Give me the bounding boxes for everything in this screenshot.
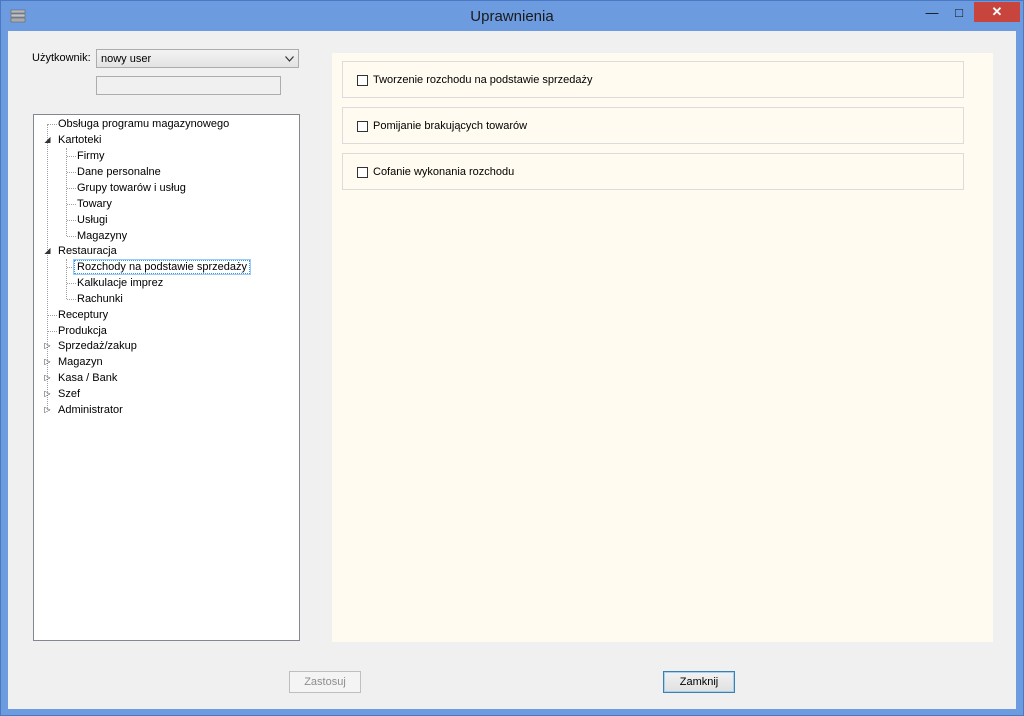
tree-line [66, 148, 67, 236]
tree-node-rozchody[interactable]: Rozchody na podstawie sprzedaży [73, 259, 251, 275]
tree-node-dane-personalne[interactable]: Dane personalne [75, 164, 163, 180]
tree-node-label: Produkcja [58, 325, 107, 337]
tree-node-magazyny[interactable]: Magazyny [75, 228, 129, 244]
close-icon: ✕ [991, 4, 1003, 19]
permission-row: Pomijanie brakujących towarów [342, 107, 964, 144]
user-detail-field[interactable] [96, 76, 281, 95]
permission-tree[interactable]: ◢ ◢ ▷ ▷ ▷ ▷ ▷ Obsługa programu magazynow… [33, 114, 300, 641]
close-window-button[interactable]: ✕ [974, 2, 1020, 22]
dialog-body: Użytkownik: nowy user ◢ ◢ ▷ ▷ ▷ ▷ ▷ Obsł… [8, 31, 1016, 709]
tree-node-szef[interactable]: Szef [56, 386, 82, 402]
tree-node-label: Magazyny [77, 230, 128, 242]
window: Uprawnienia — □ ✕ Użytkownik: nowy user [0, 0, 1024, 716]
tree-node-towary[interactable]: Towary [75, 196, 114, 212]
maximize-icon: □ [955, 4, 963, 20]
tree-node-label: Magazyn [58, 356, 103, 368]
expanded-icon[interactable]: ◢ [43, 132, 52, 148]
collapsed-icon[interactable]: ▷ [43, 338, 52, 354]
apply-button[interactable]: Zastosuj [289, 671, 361, 693]
tree-node-obsluga[interactable]: Obsługa programu magazynowego [56, 116, 231, 132]
permission-label[interactable]: Cofanie wykonania rozchodu [373, 166, 514, 178]
tree-node-label: Kartoteki [58, 134, 102, 146]
minimize-icon: — [925, 4, 939, 20]
collapsed-icon[interactable]: ▷ [43, 370, 52, 386]
tree-node-label: Kalkulacje imprez [77, 277, 164, 289]
tree-node-kasa-bank[interactable]: Kasa / Bank [56, 370, 119, 386]
user-select-value: nowy user [101, 53, 152, 65]
tree-node-label: Sprzedaż/zakup [58, 340, 137, 352]
permissions-panel: Tworzenie rozchodu na podstawie sprzedaż… [332, 53, 993, 642]
tree-node-label: Rachunki [77, 293, 123, 305]
close-button[interactable]: Zamknij [663, 671, 735, 693]
title-bar[interactable]: Uprawnienia — □ ✕ [1, 1, 1023, 31]
tree-node-kalkulacje[interactable]: Kalkulacje imprez [75, 275, 165, 291]
user-label: Użytkownik: [32, 52, 91, 64]
collapsed-icon[interactable]: ▷ [43, 386, 52, 402]
tree-node-label: Restauracja [58, 245, 117, 257]
permission-checkbox[interactable] [357, 167, 368, 178]
chevron-down-icon[interactable] [283, 51, 296, 66]
permission-label[interactable]: Tworzenie rozchodu na podstawie sprzedaż… [373, 74, 593, 86]
tree-node-administrator[interactable]: Administrator [56, 402, 125, 418]
tree-node-label: Usługi [77, 214, 108, 226]
tree-node-magazyn[interactable]: Magazyn [56, 354, 105, 370]
tree-node-rachunki[interactable]: Rachunki [75, 291, 125, 307]
tree-node-receptury[interactable]: Receptury [56, 307, 110, 323]
collapsed-icon[interactable]: ▷ [43, 354, 52, 370]
permission-checkbox[interactable] [357, 121, 368, 132]
tree-node-label: Obsługa programu magazynowego [58, 118, 230, 130]
permission-checkbox[interactable] [357, 75, 368, 86]
tree-node-label: Szef [58, 388, 81, 400]
tree-node-produkcja[interactable]: Produkcja [56, 323, 109, 339]
tree-line [66, 259, 67, 299]
expanded-icon[interactable]: ◢ [43, 243, 52, 259]
tree-node-label: Dane personalne [77, 166, 161, 178]
tree-node-label: Grupy towarów i usług [77, 182, 186, 194]
maximize-button[interactable]: □ [946, 2, 972, 22]
collapsed-icon[interactable]: ▷ [43, 402, 52, 418]
tree-node-label: Kasa / Bank [58, 372, 118, 384]
tree-node-uslugi[interactable]: Usługi [75, 212, 110, 228]
tree-node-label: Rozchody na podstawie sprzedaży [73, 259, 251, 275]
minimize-button[interactable]: — [919, 2, 945, 22]
tree-node-grupy[interactable]: Grupy towarów i usług [75, 180, 188, 196]
user-select[interactable]: nowy user [96, 49, 299, 68]
tree-node-label: Towary [77, 198, 112, 210]
tree-node-kartoteki[interactable]: Kartoteki [56, 132, 103, 148]
tree-node-restauracja[interactable]: Restauracja [56, 243, 119, 259]
tree-node-label: Firmy [77, 150, 105, 162]
window-title: Uprawnienia [470, 8, 554, 25]
tree-node-firmy[interactable]: Firmy [75, 148, 107, 164]
tree-node-label: Administrator [58, 404, 123, 416]
tree-node-sprzedaz[interactable]: Sprzedaż/zakup [56, 338, 139, 354]
permission-label[interactable]: Pomijanie brakujących towarów [373, 120, 527, 132]
tree-node-label: Receptury [58, 309, 109, 321]
permission-row: Cofanie wykonania rozchodu [342, 153, 964, 190]
permission-row: Tworzenie rozchodu na podstawie sprzedaż… [342, 61, 964, 98]
